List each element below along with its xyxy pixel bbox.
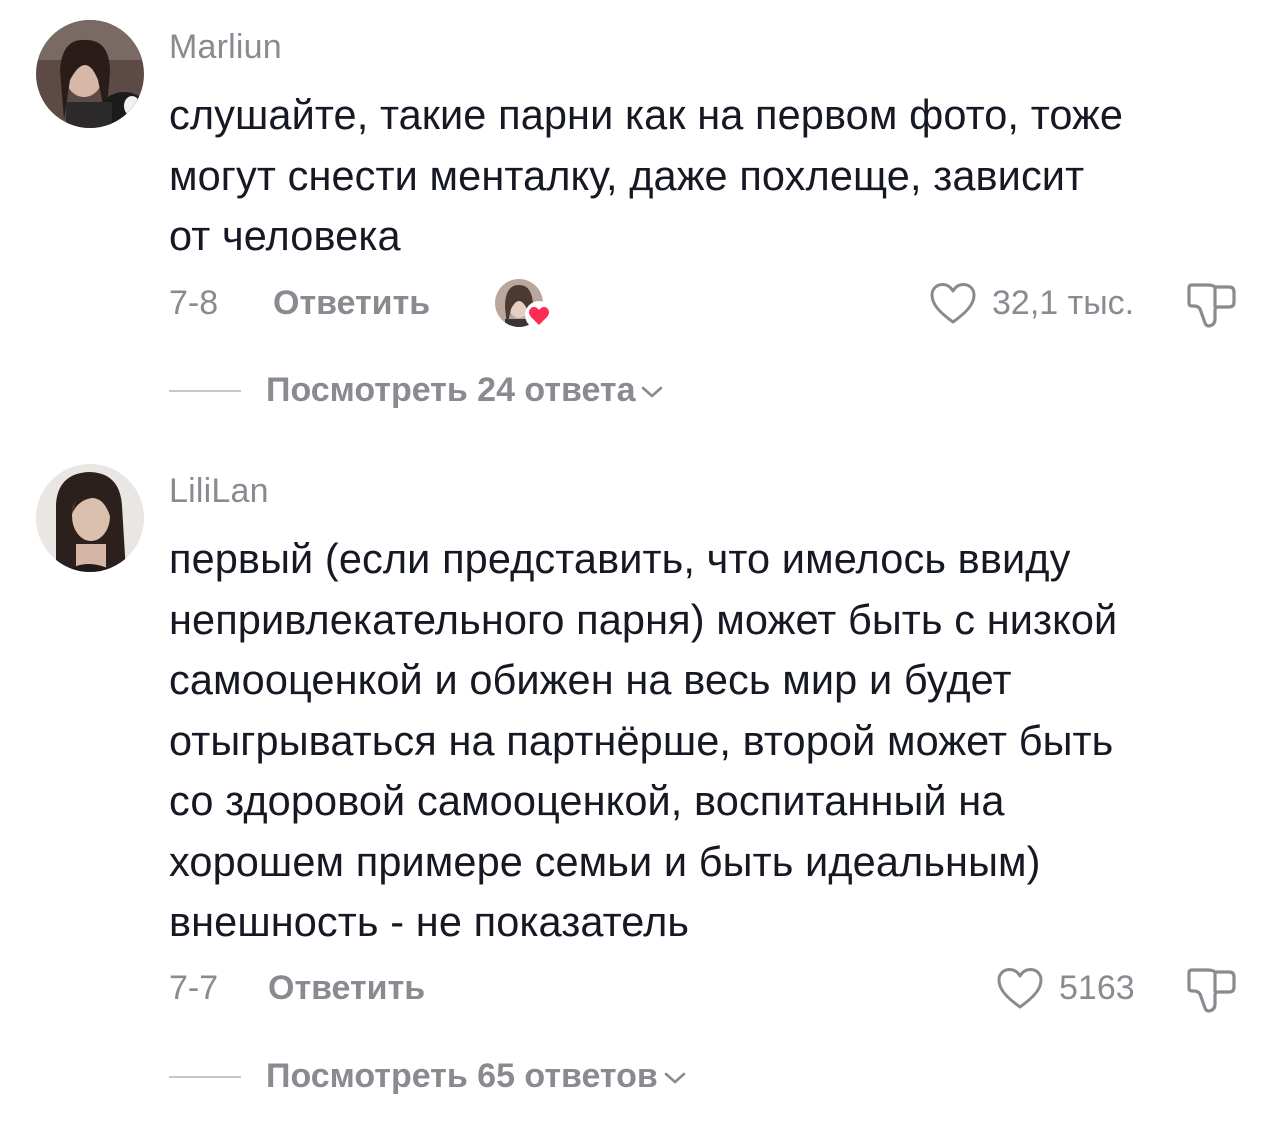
chevron-down-icon <box>642 386 663 398</box>
comment-actions: 7-7 Ответить 5163 <box>169 958 1284 1018</box>
like-count: 5163 <box>1059 969 1135 1007</box>
view-replies-label: Посмотреть 24 ответа <box>266 365 665 415</box>
view-replies-label: Посмотреть 65 ответов <box>266 1051 688 1101</box>
comment-username[interactable]: LiliLan <box>169 472 269 511</box>
avatar[interactable] <box>36 464 144 572</box>
comment-text-line: могут снести менталку, даже похлеще, зав… <box>169 151 1085 199</box>
dislike-button[interactable] <box>1185 964 1237 1016</box>
comment-text-line: от человека <box>169 212 401 259</box>
comment-actions: 7-8 Ответить 32,1 тыс. <box>169 273 1284 333</box>
comment-text: слушайте, такие парни как на первом фото… <box>169 85 1259 267</box>
comment-text-line: хорошем примере семьи и быть идеальным) <box>169 837 1041 885</box>
comment-text-line: непривлекательного парня) может быть с н… <box>169 595 1118 643</box>
comment-username[interactable]: Marliun <box>169 28 282 67</box>
heart-badge-icon <box>525 301 553 329</box>
thumbs-down-outline-icon <box>1187 283 1236 328</box>
reply-button[interactable]: Ответить <box>268 958 425 1018</box>
comment-text-line: самооценкой и обижен на весь мир и будет <box>169 656 1012 703</box>
heart-outline-icon <box>930 283 976 324</box>
view-replies-button[interactable]: Посмотреть 24 ответа <box>169 365 769 415</box>
like-count: 32,1 тыс. <box>992 284 1135 322</box>
comment-text-line: внешность - не показатель <box>169 898 690 945</box>
like-button[interactable]: 5163 <box>996 958 1146 1018</box>
heart-outline-icon <box>997 968 1043 1009</box>
like-button[interactable]: 32,1 тыс. <box>929 273 1139 333</box>
thumbs-down-outline-icon <box>1187 968 1236 1013</box>
view-replies-button[interactable]: Посмотреть 65 ответов <box>169 1051 789 1101</box>
chevron-down-icon <box>664 1072 686 1084</box>
avatar[interactable] <box>36 20 144 128</box>
creator-liked-badge <box>495 279 555 331</box>
comment-date: 7-8 <box>169 284 219 322</box>
comment-text-line: со здоровой самооценкой, воспитанный на <box>169 777 1005 824</box>
reply-button[interactable]: Ответить <box>273 273 430 333</box>
comment-date: 7-7 <box>169 969 219 1007</box>
dislike-button[interactable] <box>1185 279 1237 331</box>
comment-text-line: первый (если представить, что имелось вв… <box>169 535 1071 582</box>
comment-text: первый (если представить, что имелось вв… <box>169 529 1259 953</box>
view-replies-text: Посмотреть 65 ответов <box>266 1057 658 1095</box>
view-replies-text: Посмотреть 24 ответа <box>266 371 636 409</box>
comment-text-line: отыгрываться на партнёрше, второй может … <box>169 716 1114 764</box>
comment-text-line: слушайте, такие парни как на первом фото… <box>169 91 1124 138</box>
replies-divider <box>169 1076 241 1078</box>
replies-divider <box>169 390 241 392</box>
